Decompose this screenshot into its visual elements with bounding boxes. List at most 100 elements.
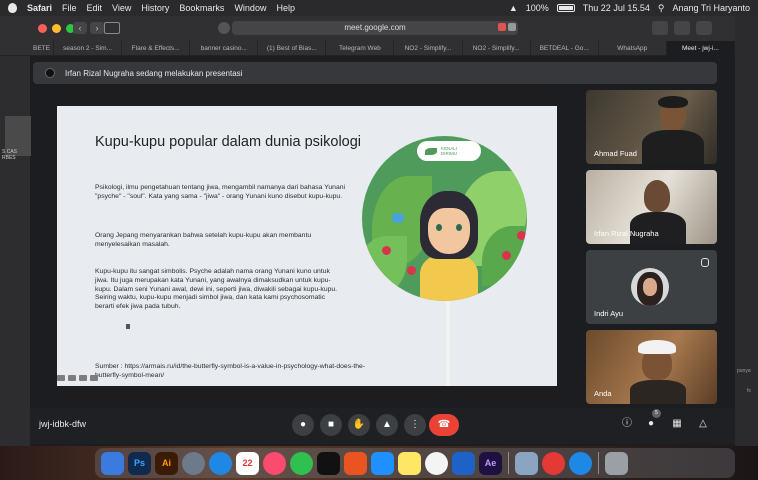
trash-icon[interactable] [605, 451, 628, 475]
app-icon[interactable] [569, 451, 592, 475]
menu-help[interactable]: Help [276, 3, 295, 13]
activities-icon[interactable]: △ [696, 417, 710, 431]
apple-tv-icon[interactable] [317, 451, 340, 475]
menu-app-name[interactable]: Safari [27, 3, 52, 13]
menu-window[interactable]: Window [234, 3, 266, 13]
user-name[interactable]: Anang Tri Haryanto [672, 3, 750, 13]
dock: Ps Ai 22 Ae [95, 448, 735, 478]
close-window-button[interactable] [38, 24, 47, 33]
presenter-avatar-icon [45, 68, 55, 78]
address-bar[interactable]: meet.google.com [232, 21, 518, 35]
presentation-banner-text: Irfan Rizal Nugraha sedang melakukan pre… [65, 68, 243, 78]
battery-icon[interactable] [556, 4, 575, 12]
tab[interactable]: BETDEAL - Go... [531, 41, 599, 56]
menu-bookmarks[interactable]: Bookmarks [179, 3, 224, 13]
apple-icon[interactable] [8, 3, 17, 13]
tab[interactable]: (1) Best of Bias... [258, 41, 327, 56]
extension-icon[interactable] [498, 23, 506, 31]
music-icon[interactable] [263, 451, 286, 475]
forward-button[interactable]: › [90, 22, 104, 34]
pen-icon[interactable] [68, 375, 76, 381]
app-store-icon[interactable] [371, 451, 394, 475]
next-slide-icon[interactable] [90, 375, 98, 381]
preview-icon[interactable] [515, 451, 538, 475]
microphone-button[interactable]: ● [292, 414, 314, 436]
tab-overview-button[interactable] [696, 21, 712, 35]
raise-hand-button[interactable]: ✋ [348, 414, 370, 436]
slide-illustration: KENALI DIRIMU [362, 136, 527, 301]
illustrator-icon[interactable]: Ai [155, 451, 178, 475]
menu-history[interactable]: History [141, 3, 169, 13]
menu-edit[interactable]: Edit [87, 3, 103, 13]
presentation-banner: Irfan Rizal Nugraha sedang melakukan pre… [33, 62, 717, 84]
tab[interactable]: Flare & Effects... [122, 41, 191, 56]
camera-button[interactable]: ■ [320, 414, 342, 436]
participant-tile[interactable]: Ahmad Fuad [586, 90, 717, 164]
present-screen-button[interactable]: ▲ [376, 414, 398, 436]
meet-control-bar: jwj-idbk-dfw ● ■ ✋ ▲ ⋮ ☎ ⓘ ● 5 ▦ △ [30, 408, 735, 444]
participant-avatar [631, 268, 669, 306]
reload-icon[interactable] [508, 23, 516, 31]
clock[interactable]: Thu 22 Jul 15.54 [583, 3, 650, 13]
grid-icon[interactable] [79, 375, 87, 381]
logo-leaf-icon [425, 147, 437, 155]
tab-meet-active[interactable]: Meet - jwj-i... [666, 41, 735, 56]
meeting-info-icon[interactable]: ⓘ [620, 417, 634, 431]
spotlight-icon[interactable]: ⚲ [658, 3, 665, 14]
photoshop-icon[interactable]: Ps [128, 451, 151, 475]
participant-tile-self[interactable]: Anda [586, 330, 717, 404]
downloads-button[interactable] [652, 21, 668, 35]
after-effects-icon[interactable]: Ae [479, 451, 502, 475]
tab-bar: BETE season 2 - Sim... Flare & Effects..… [30, 41, 735, 56]
tab[interactable]: Telegram Web [326, 41, 395, 56]
chat-icon[interactable]: ▦ [670, 417, 684, 431]
finder-icon[interactable] [101, 451, 124, 475]
participant-body [630, 380, 686, 404]
people-icon[interactable]: ● [644, 417, 658, 431]
end-call-button[interactable]: ☎ [429, 414, 459, 436]
background-label: S CAS RBES [2, 149, 18, 161]
slide-paragraph: Kupu-kupu itu sangat simbolis. Psyche ad… [95, 268, 338, 311]
tab[interactable]: WhatsApp [599, 41, 667, 56]
minimize-window-button[interactable] [52, 24, 61, 33]
sidebar-toggle-button[interactable] [104, 22, 120, 34]
tab[interactable]: NO2 - Simplify... [463, 41, 531, 56]
calendar-icon[interactable]: 22 [236, 451, 259, 475]
slide-paragraph: Orang Jepang menyarankan bahwa setelah k… [95, 232, 312, 248]
illustration-stem [446, 301, 450, 386]
butterfly-icon [392, 213, 404, 223]
tab[interactable]: season 2 - Sim... [54, 41, 123, 56]
tab[interactable]: banner casino... [190, 41, 259, 56]
participant-tile[interactable]: Indri Ayu [586, 250, 717, 324]
app-icon[interactable] [344, 451, 367, 475]
tab[interactable]: NO2 - Simplify... [394, 41, 463, 56]
tab[interactable]: BETE [30, 41, 54, 56]
adblock-icon[interactable] [542, 451, 565, 475]
menu-file[interactable]: File [62, 3, 77, 13]
more-options-button[interactable]: ⋮ [404, 414, 426, 436]
spotify-icon[interactable] [290, 451, 313, 475]
eye-icon [456, 224, 462, 231]
slide-controls [57, 375, 98, 381]
menu-view[interactable]: View [112, 3, 131, 13]
flower-shape [517, 231, 526, 240]
girl-face [428, 208, 470, 254]
back-button[interactable]: ‹ [73, 22, 87, 34]
participant-tile[interactable]: Irfan Rizal Nugraha [586, 170, 717, 244]
launchpad-icon[interactable] [182, 451, 205, 475]
flower-shape [382, 246, 391, 255]
safari-icon[interactable] [209, 451, 232, 475]
background-window-left: S CAS RBES [0, 16, 31, 446]
wifi-icon[interactable]: ▲ [509, 3, 518, 13]
share-button[interactable] [674, 21, 690, 35]
window-controls [38, 24, 75, 33]
notes-icon[interactable] [398, 451, 421, 475]
eye-icon [436, 224, 442, 231]
slide-source: Sumber : https://armais.ru/id/the-butter… [95, 363, 366, 379]
privacy-shield-icon[interactable] [218, 22, 230, 34]
participant-body [630, 212, 686, 244]
prev-slide-icon[interactable] [57, 375, 65, 381]
word-icon[interactable] [452, 451, 475, 475]
slack-icon[interactable] [425, 451, 448, 475]
flower-shape [502, 251, 511, 260]
